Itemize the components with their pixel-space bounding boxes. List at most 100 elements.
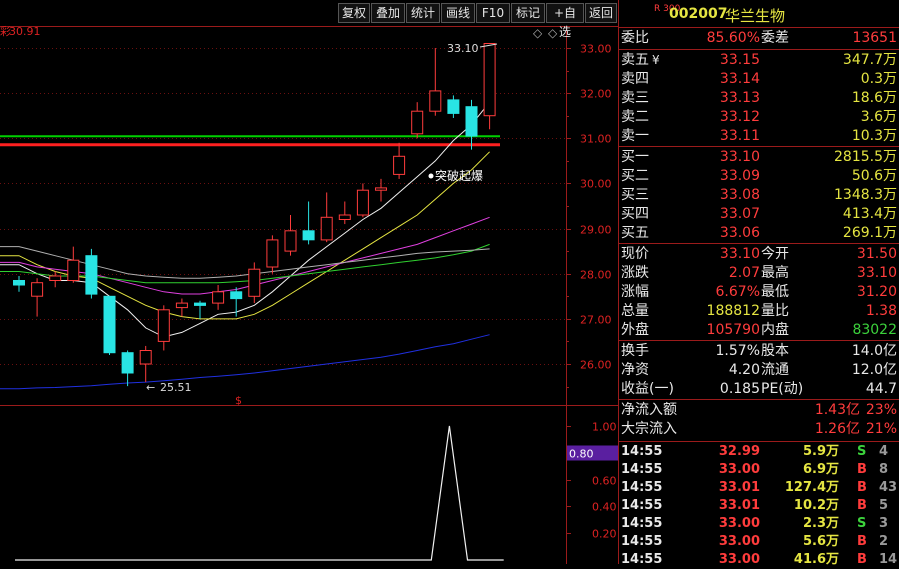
tick-price: 33.01 — [718, 498, 760, 513]
tick-side: B — [857, 534, 867, 549]
price-tick-label: 33.00 — [580, 43, 612, 56]
flow-value: 1.43亿 — [814, 402, 860, 418]
tick-volume: 10.2万 — [793, 498, 839, 513]
kline-chart[interactable]: 33.00 32.00 31.00 30.00 29.00 28.00 27.00 26.00… — [0, 0, 618, 564]
yen-icon: ¥ — [652, 53, 660, 67]
candle-body — [338, 214, 351, 220]
stat-label: 总量 — [621, 303, 649, 319]
bid-price: 33.09 — [719, 168, 760, 184]
tick-volume: 41.6万 — [793, 552, 839, 567]
flow-percent: 23% — [865, 402, 897, 418]
price-tick-label: 30.00 — [580, 178, 612, 191]
overlay-button[interactable]: 叠加 — [371, 3, 405, 23]
ask-price: 33.13 — [719, 90, 760, 106]
ma-label-value: 30.91 — [9, 25, 41, 38]
ask-price: 33.14 — [719, 71, 760, 87]
ask-label: 卖五 — [621, 52, 649, 68]
stat-label: 量比 — [761, 303, 789, 319]
bid-price: 33.10 — [719, 149, 760, 165]
candle-body — [194, 302, 206, 306]
ask-level: 卖五 ¥33.15 347.7万 — [619, 51, 899, 70]
bid-price: 33.06 — [719, 225, 760, 241]
fundamental-row: 净资 4.20 流通 12.0亿 — [619, 361, 899, 380]
flow-value: 1.26亿 — [814, 421, 860, 437]
tick-time: 14:55 — [621, 480, 663, 495]
candle-body — [266, 239, 279, 268]
bid-label: 买二 — [621, 168, 649, 184]
candle-body — [447, 99, 460, 114]
candle-body — [31, 282, 44, 297]
stat-value: 33.10 — [856, 265, 897, 281]
tick-row: 14:55 33.01 127.4万 B 43 — [619, 479, 899, 497]
flow-label: 大宗流入 — [621, 421, 677, 437]
tick-row: 14:55 32.99 5.9万 S 4 — [619, 443, 899, 461]
price-tick-label: 29.00 — [580, 224, 612, 237]
f10-button[interactable]: F10 — [476, 3, 510, 23]
weibi-row: 委比 85.60% 委差 13651 — [619, 29, 899, 48]
candle-body — [483, 43, 496, 117]
tick-volume: 6.9万 — [802, 462, 839, 477]
indicator-value-label: 0.80 — [569, 448, 594, 461]
stat-label: 今开 — [761, 246, 789, 262]
bid-volume: 413.4万 — [842, 206, 897, 222]
diamond-icon[interactable]: ◇ — [533, 26, 543, 40]
stat-label: 涨幅 — [621, 284, 649, 300]
tick-side: B — [857, 498, 867, 513]
tick-row: 14:55 33.00 6.9万 B 8 — [619, 461, 899, 479]
bid-level: 买二 33.09 50.6万 — [619, 167, 899, 186]
fundamental-value: 0.185 — [719, 381, 760, 397]
tick-row: 14:55 33.00 5.6万 B 2 — [619, 533, 899, 551]
stat-value: 105790 — [706, 322, 760, 338]
ask-volume: 347.7万 — [842, 52, 897, 68]
flow-row: 净流入额 1.43亿 23% — [619, 401, 899, 420]
fundamental-label: 流通 — [761, 362, 789, 378]
mark-button[interactable]: 标记 — [511, 3, 545, 23]
stat-label: 现价 — [621, 246, 649, 262]
ask-level: 卖三 33.13 18.6万 — [619, 89, 899, 108]
back-button[interactable]: 返回 — [585, 3, 617, 23]
price-tick-label: 26.00 — [580, 359, 612, 372]
stock-code: 002007 — [669, 6, 728, 22]
weicha-value: 13651 — [852, 30, 897, 46]
tick-count: 8 — [879, 462, 889, 477]
stat-value: 31.20 — [856, 284, 897, 300]
stat-value: 188812 — [706, 303, 760, 319]
candle-body — [302, 230, 315, 241]
stats-button[interactable]: 统计 — [406, 3, 440, 23]
ask-volume: 3.6万 — [860, 109, 897, 125]
draw-line-button[interactable]: 画线 — [441, 3, 475, 23]
fundamental-value: 4.20 — [728, 362, 760, 378]
flow-percent: 21% — [865, 421, 897, 437]
candle-body — [67, 259, 80, 282]
tick-price: 33.00 — [718, 516, 760, 531]
add-favorite-button[interactable]: +自选 — [546, 3, 584, 39]
divider — [619, 441, 899, 442]
stat-value: 83022 — [852, 322, 897, 338]
tick-row: 14:55 33.00 2.3万 S 3 — [619, 515, 899, 533]
tick-time: 14:55 — [621, 534, 663, 549]
tick-time: 14:55 — [621, 498, 663, 513]
quote-header: R 300 002007 华兰生物 — [619, 4, 899, 26]
bid-volume: 50.6万 — [851, 168, 897, 184]
stat-label: 最低 — [761, 284, 789, 300]
tick-count: 4 — [879, 444, 889, 459]
bid-level: 买一 33.10 2815.5万 — [619, 148, 899, 167]
ask-label: 卖三 — [621, 90, 649, 106]
fundamental-value: 44.7 — [865, 381, 897, 397]
tick-volume: 127.4万 — [784, 480, 839, 495]
bid-level: 买三 33.08 1348.3万 — [619, 186, 899, 205]
stat-label: 最高 — [761, 265, 789, 281]
candle-body — [320, 216, 333, 241]
fundamental-row: 换手 1.57% 股本 14.0亿 — [619, 342, 899, 361]
fundamental-row: 收益(一) 0.185 PE(动) 44.7 — [619, 380, 899, 399]
candle-body — [393, 155, 406, 175]
tick-count: 5 — [879, 498, 889, 513]
flow-label: 净流入额 — [621, 402, 677, 418]
fundamental-label: 股本 — [761, 343, 789, 359]
fuquan-button[interactable]: 复权 — [338, 3, 370, 23]
fundamental-label: 换手 — [621, 343, 649, 359]
candle-body — [465, 106, 478, 137]
diamond-outline-icon[interactable]: ◇ — [548, 26, 558, 40]
candle-body — [284, 230, 297, 252]
candle-body — [121, 352, 134, 374]
